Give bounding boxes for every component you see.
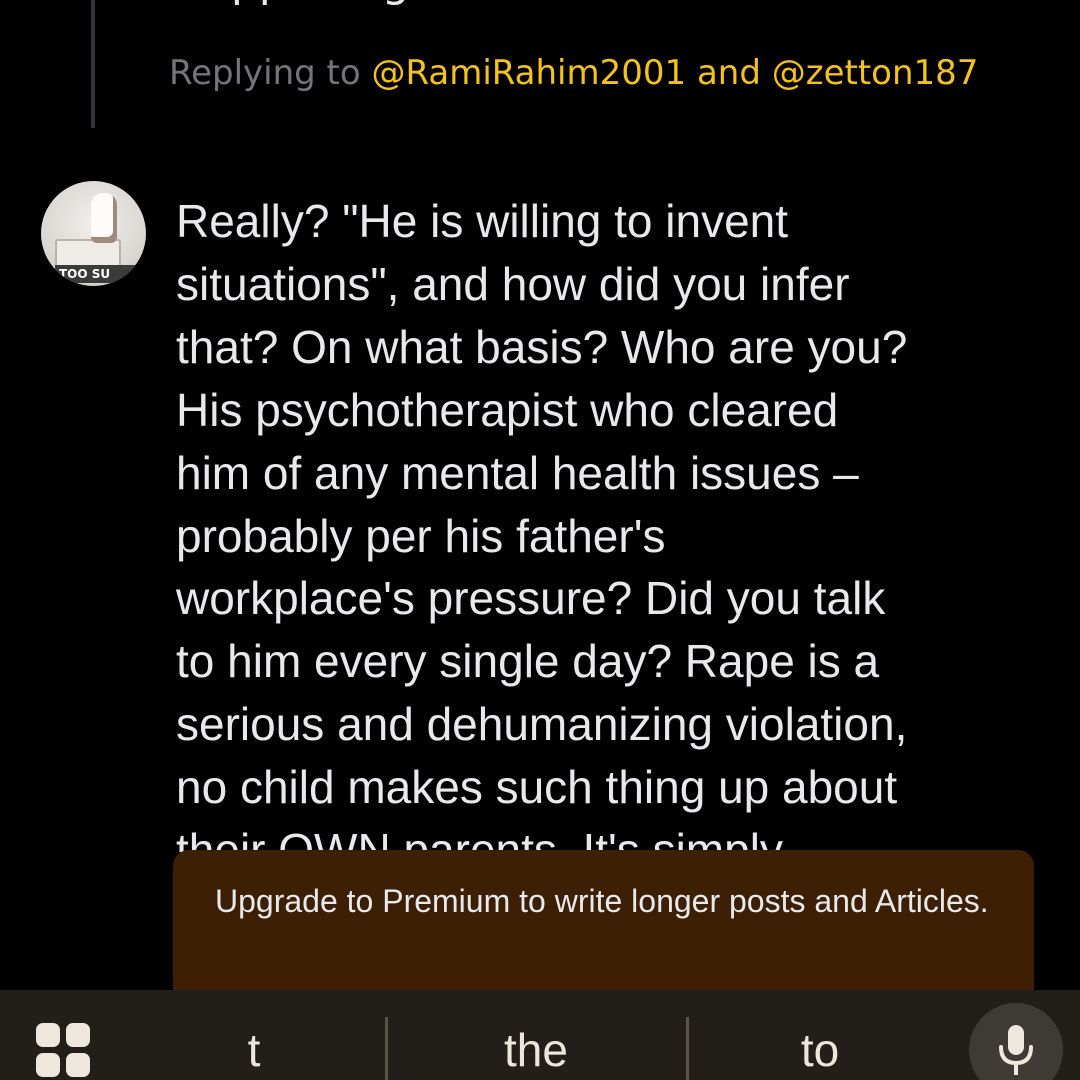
keyboard-suggestion-bar: t the to	[0, 990, 1080, 1080]
apps-grid-icon[interactable]	[36, 1023, 92, 1079]
reply-handle-joiner[interactable]: and	[697, 53, 761, 93]
voice-input-button[interactable]	[969, 1003, 1063, 1080]
compose-text-area[interactable]: Really? "He is willing to invent situati…	[176, 190, 1046, 852]
microphone-icon	[999, 1025, 1033, 1075]
avatar[interactable]: TOO SU	[41, 181, 146, 286]
keyboard-suggestion[interactable]: to	[740, 1020, 900, 1080]
reply-handle-link[interactable]: @zetton187	[772, 53, 979, 93]
upgrade-premium-notice[interactable]: Upgrade to Premium to write longer posts…	[173, 850, 1034, 1010]
avatar-overlay-text: TOO SU	[55, 265, 146, 283]
reply-handle-link[interactable]: @RamiRahim2001	[372, 53, 687, 93]
previous-post-text: happening	[176, 0, 410, 7]
suggestion-divider	[385, 1017, 388, 1080]
keyboard-suggestion[interactable]: the	[436, 1020, 636, 1080]
replying-to-label: Replying to	[169, 53, 361, 93]
replying-to-line: Replying to @RamiRahim2001 and @zetton18…	[169, 50, 978, 96]
compose-text[interactable]: Really? "He is willing to invent situati…	[176, 190, 1046, 852]
keyboard-suggestion[interactable]: t	[174, 1020, 334, 1080]
thread-connector-line	[91, 0, 95, 128]
avatar-cat-shape	[91, 193, 117, 243]
upgrade-notice-text: Upgrade to Premium to write longer posts…	[215, 883, 989, 919]
suggestion-divider	[686, 1017, 689, 1080]
